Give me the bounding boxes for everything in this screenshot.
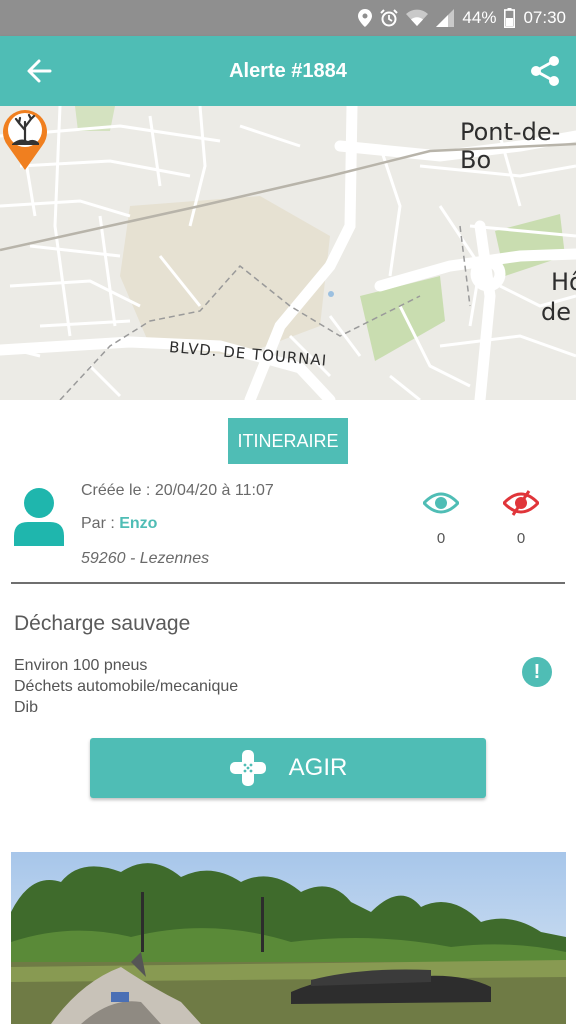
divider <box>11 582 565 584</box>
eye-icon <box>423 492 459 514</box>
avatar <box>14 488 64 546</box>
eye-off-icon <box>503 490 539 516</box>
author-prefix: Par : <box>81 515 120 532</box>
description-line: Dib <box>14 699 39 716</box>
alert-photo[interactable] <box>11 852 566 1024</box>
share-icon <box>531 56 559 86</box>
seen-count: 0 <box>436 530 446 547</box>
bandage-icon <box>229 750 266 786</box>
created-date: Créée le : 20/04/20 à 11:07 <box>81 482 274 499</box>
battery-percent: 44% <box>462 8 497 27</box>
act-button[interactable]: AGIR <box>90 738 486 798</box>
share-button[interactable] <box>526 52 564 90</box>
report-button[interactable]: ! <box>522 657 552 687</box>
back-button[interactable] <box>22 54 56 88</box>
unseen-counter[interactable]: 0 <box>496 486 546 547</box>
clock: 07:30 <box>523 8 566 27</box>
battery-icon <box>504 8 516 28</box>
wifi-icon <box>406 9 429 27</box>
unseen-count: 0 <box>516 530 526 547</box>
alert-category: Décharge sauvage <box>14 612 191 635</box>
description-line: Déchets automobile/mecanique <box>14 678 239 695</box>
alert-location: 59260 - Lezennes <box>81 550 210 567</box>
itinerary-button[interactable]: ITINERAIRE <box>228 418 348 464</box>
author-line: Par : Enzo <box>81 515 157 533</box>
map-label-town: Pont-de-Bo <box>460 118 561 174</box>
seen-counter[interactable]: 0 <box>416 486 466 547</box>
alarm-icon <box>380 9 399 27</box>
alert-description: Environ 100 pneus Déchets automobile/mec… <box>14 655 238 718</box>
arrow-left-icon <box>27 59 52 83</box>
app-bar: Alerte #1884 <box>0 36 576 106</box>
status-bar: 44% 07:30 <box>0 0 576 36</box>
exclamation-icon: ! <box>533 660 541 683</box>
map-label-town-right: Hô <box>551 268 576 296</box>
author-name[interactable]: Enzo <box>119 515 157 532</box>
act-button-label: AGIR <box>288 754 348 781</box>
map[interactable]: Pont-de-Bo Hô de BLVD. DE TOURNAI <box>0 106 576 400</box>
map-label-town-right-2: de <box>541 298 571 326</box>
signal-icon <box>436 9 455 27</box>
dead-tree-marker-icon[interactable] <box>0 106 50 172</box>
page-title: Alerte #1884 <box>229 59 347 82</box>
location-icon <box>358 9 373 27</box>
description-line: Environ 100 pneus <box>14 657 148 674</box>
